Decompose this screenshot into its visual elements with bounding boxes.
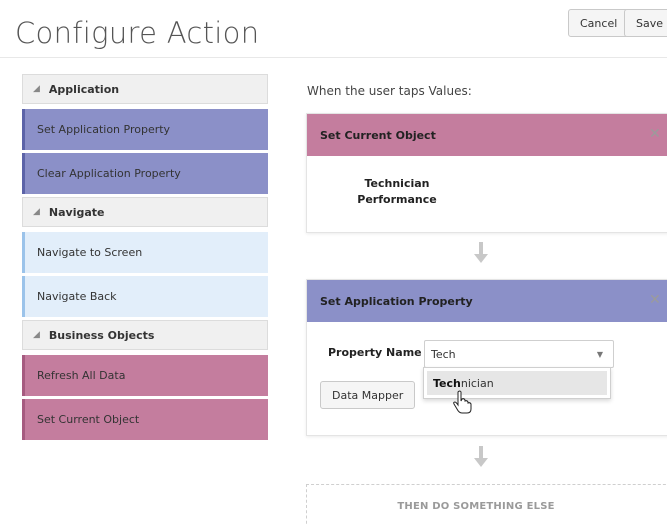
section-navigate[interactable]: ◢ Navigate <box>22 197 268 227</box>
card-title: Set Application Property <box>320 294 473 308</box>
trigger-text: When the user taps Values: <box>307 84 472 98</box>
property-name-value: Tech <box>431 347 456 361</box>
card-title: Set Current Object <box>320 128 436 142</box>
palette-item-set-current-object[interactable]: Set Current Object <box>22 399 268 440</box>
collapse-triangle-icon: ◢ <box>33 330 40 340</box>
property-name-label: Property Name <box>328 346 422 359</box>
palette-item-navigate-back[interactable]: Navigate Back <box>22 276 268 317</box>
palette-item-refresh-all-data[interactable]: Refresh All Data <box>22 355 268 396</box>
close-icon[interactable]: ✕ <box>649 292 661 308</box>
object-name-line2: Performance <box>357 193 437 206</box>
section-label: Business Objects <box>48 328 155 342</box>
section-label: Navigate <box>48 205 105 219</box>
close-icon[interactable]: ✕ <box>649 126 661 142</box>
card-header: Set Application Property ✕ <box>307 280 667 322</box>
down-arrow-icon <box>474 242 488 270</box>
section-business-objects[interactable]: ◢ Business Objects <box>22 320 268 350</box>
section-application[interactable]: ◢ Application <box>22 74 268 104</box>
cancel-button[interactable]: Cancel <box>568 9 630 37</box>
add-next-action-dropzone[interactable]: THEN DO SOMETHING ELSE <box>306 484 667 525</box>
save-button[interactable]: Save <box>624 9 667 37</box>
section-label: Application <box>48 82 120 96</box>
match-highlight: Tech <box>433 376 461 390</box>
hand-pointer-icon <box>452 390 474 414</box>
object-name-line1: Technician <box>364 177 430 190</box>
page-title: Configure Action <box>15 16 260 50</box>
collapse-triangle-icon: ◢ <box>33 207 40 217</box>
palette-item-clear-application-property[interactable]: Clear Application Property <box>22 153 268 194</box>
dropdown-caret-icon[interactable]: ▼ <box>597 350 603 359</box>
match-rest: nician <box>460 376 494 390</box>
card-header: Set Current Object ✕ <box>307 114 667 156</box>
action-card-set-current-object: Set Current Object ✕ Technician Performa… <box>306 113 667 233</box>
header-divider <box>0 57 667 58</box>
data-mapper-button[interactable]: Data Mapper <box>320 381 416 409</box>
palette-item-set-application-property[interactable]: Set Application Property <box>22 109 268 150</box>
action-palette: ◢ Application Set Application Property C… <box>22 74 268 443</box>
down-arrow-icon <box>474 446 488 474</box>
palette-item-navigate-to-screen[interactable]: Navigate to Screen <box>22 232 268 273</box>
property-name-combobox[interactable]: Tech ▼ <box>424 340 614 368</box>
action-card-set-application-property: Set Application Property ✕ Property Name… <box>306 279 667 436</box>
current-object-value: Technician Performance <box>347 176 447 208</box>
collapse-triangle-icon: ◢ <box>33 84 40 94</box>
